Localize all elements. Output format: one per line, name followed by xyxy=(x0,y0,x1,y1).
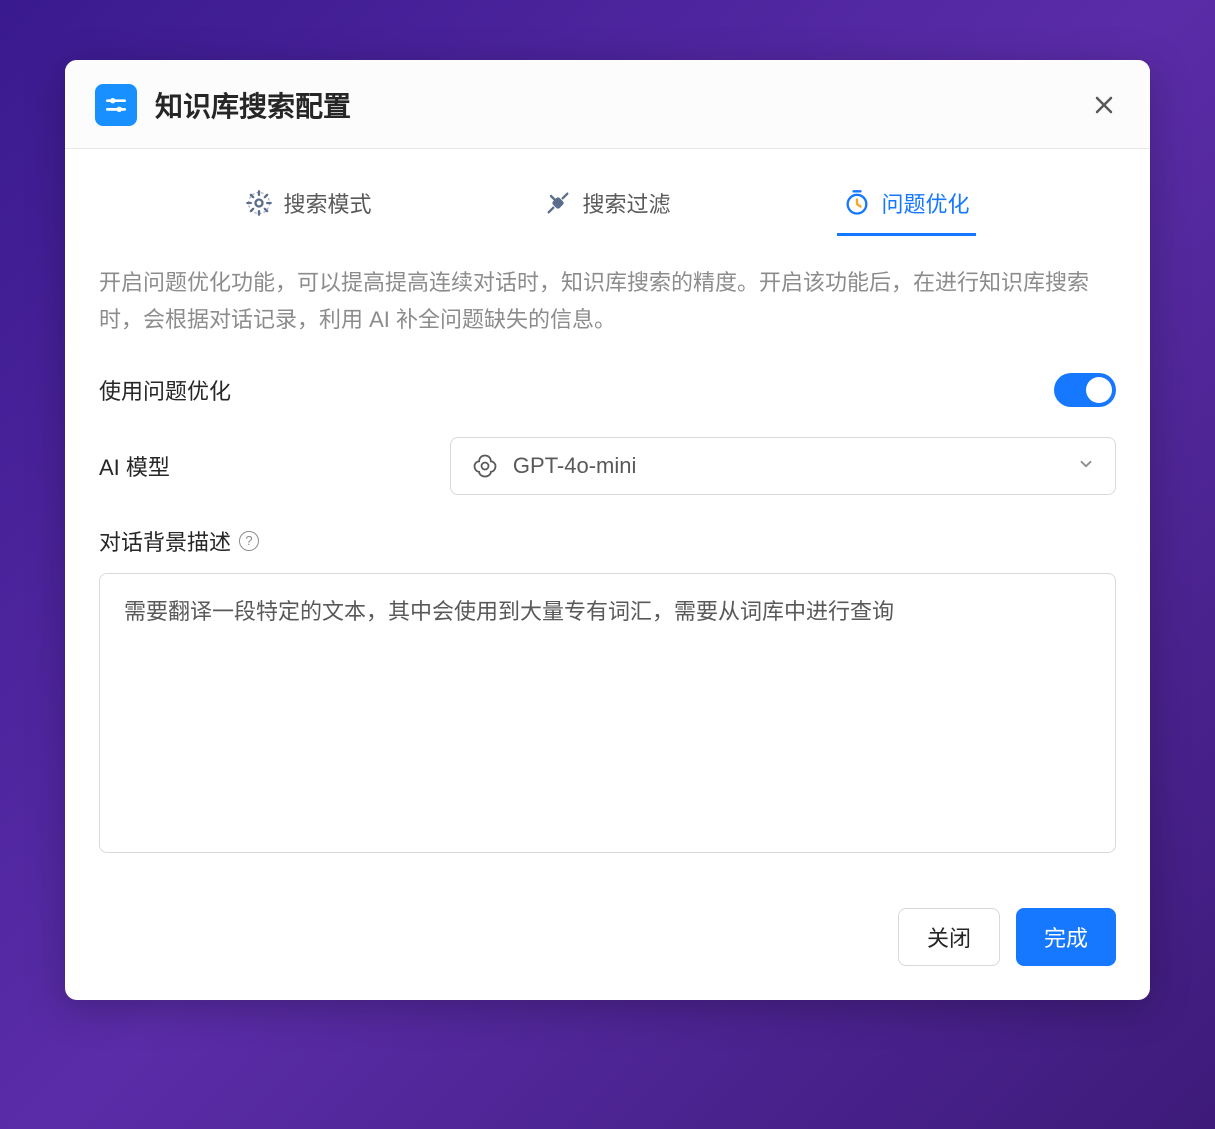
model-row: AI 模型 GPT-4o-mini xyxy=(99,437,1116,495)
context-section: 对话背景描述 ? xyxy=(99,525,1116,858)
select-left: GPT-4o-mini xyxy=(471,452,636,480)
chevron-down-icon xyxy=(1077,453,1095,479)
settings-sliders-icon xyxy=(95,84,137,126)
context-textarea[interactable] xyxy=(99,573,1116,853)
model-label: AI 模型 xyxy=(99,450,170,482)
toggle-label: 使用问题优化 xyxy=(99,374,231,406)
tab-search-filter[interactable]: 搜索过滤 xyxy=(538,177,676,236)
close-button[interactable] xyxy=(1088,89,1120,121)
model-selected-value: GPT-4o-mini xyxy=(513,453,636,479)
timer-icon xyxy=(843,189,871,217)
model-select[interactable]: GPT-4o-mini xyxy=(450,437,1116,495)
context-label: 对话背景描述 xyxy=(99,525,231,557)
select-wrapper: GPT-4o-mini xyxy=(450,437,1116,495)
modal-footer: 关闭 完成 xyxy=(99,898,1116,966)
context-label-row: 对话背景描述 ? xyxy=(99,525,1116,557)
modal-header-left: 知识库搜索配置 xyxy=(95,84,351,126)
toggle-row: 使用问题优化 xyxy=(99,373,1116,407)
modal-body: 搜索模式 搜索过滤 问 xyxy=(65,149,1150,1000)
toggle-thumb xyxy=(1086,377,1112,403)
tab-question-optimize[interactable]: 问题优化 xyxy=(837,177,975,236)
openai-icon xyxy=(471,452,499,480)
feature-description: 开启问题优化功能，可以提高提高连续对话时，知识库搜索的精度。开启该功能后，在进行… xyxy=(99,264,1116,339)
tab-label: 搜索模式 xyxy=(283,187,371,219)
config-modal: 知识库搜索配置 搜索模式 xyxy=(65,60,1150,1000)
modal-header: 知识库搜索配置 xyxy=(65,60,1150,149)
tab-search-mode[interactable]: 搜索模式 xyxy=(239,177,377,236)
modal-title: 知识库搜索配置 xyxy=(155,85,351,125)
plug-icon xyxy=(544,189,572,217)
tabs-bar: 搜索模式 搜索过滤 问 xyxy=(99,177,1116,236)
tab-label: 问题优化 xyxy=(881,187,969,219)
tab-label: 搜索过滤 xyxy=(582,187,670,219)
close-icon xyxy=(1092,93,1116,117)
gear-icon xyxy=(245,189,273,217)
help-icon[interactable]: ? xyxy=(239,531,259,551)
optimize-toggle[interactable] xyxy=(1054,373,1116,407)
confirm-button[interactable]: 完成 xyxy=(1016,908,1116,966)
cancel-button[interactable]: 关闭 xyxy=(898,908,1000,966)
